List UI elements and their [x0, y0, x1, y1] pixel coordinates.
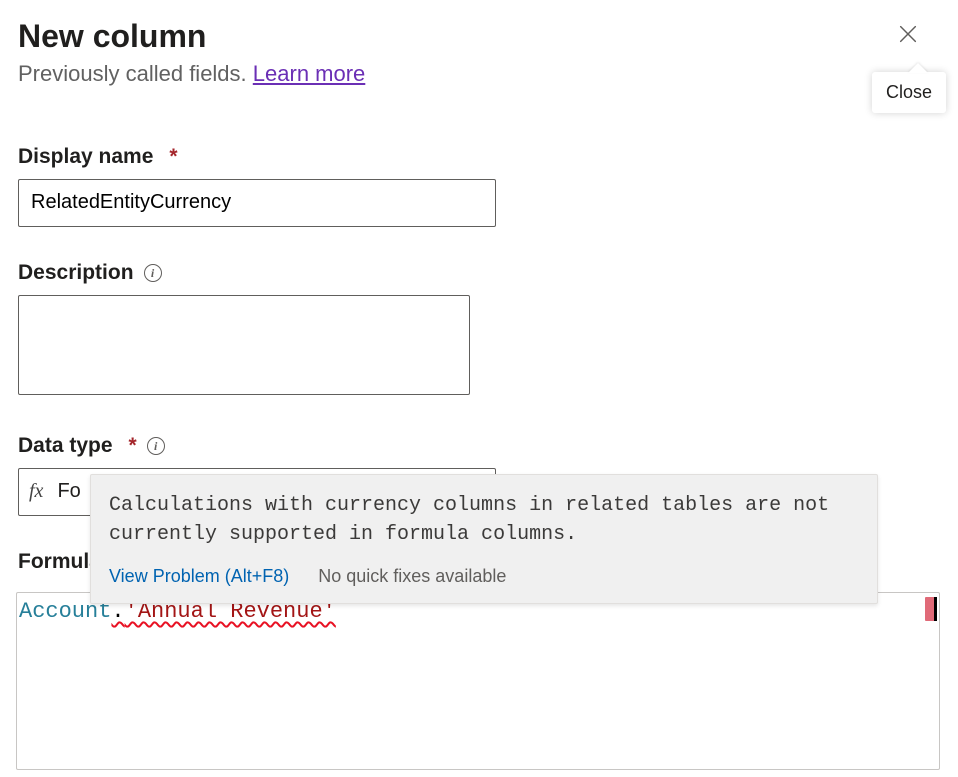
subtitle-text: Previously called fields.	[18, 61, 253, 86]
formula-editor[interactable]: Account.'Annual Revenue'	[16, 592, 940, 770]
close-tooltip: Close	[872, 72, 946, 113]
close-button[interactable]	[892, 18, 924, 50]
data-type-value: Fo	[57, 480, 80, 503]
minimap-handle[interactable]	[934, 597, 937, 621]
display-name-input[interactable]	[18, 179, 496, 227]
error-popover: Calculations with currency columns in re…	[90, 474, 878, 604]
description-section: Description i	[18, 261, 940, 400]
close-tooltip-text: Close	[886, 82, 932, 102]
info-icon[interactable]: i	[144, 264, 162, 282]
description-label: Description i	[18, 261, 940, 285]
close-icon	[897, 23, 919, 45]
data-type-label: Data type* i	[18, 434, 940, 458]
fx-icon: fx	[29, 480, 47, 503]
display-name-label: Display name*	[18, 145, 940, 169]
required-star-icon: *	[169, 145, 177, 169]
panel-subtitle: Previously called fields. Learn more	[18, 61, 940, 87]
view-problem-link[interactable]: View Problem (Alt+F8)	[109, 566, 289, 586]
panel-title: New column	[18, 18, 940, 55]
required-star-icon: *	[129, 434, 137, 458]
no-quick-fixes-text: No quick fixes available	[318, 566, 506, 586]
info-icon[interactable]: i	[147, 437, 165, 455]
display-name-section: Display name*	[18, 145, 940, 227]
learn-more-link[interactable]: Learn more	[253, 61, 366, 86]
error-message: Calculations with currency columns in re…	[109, 491, 859, 549]
description-input[interactable]	[18, 295, 470, 395]
